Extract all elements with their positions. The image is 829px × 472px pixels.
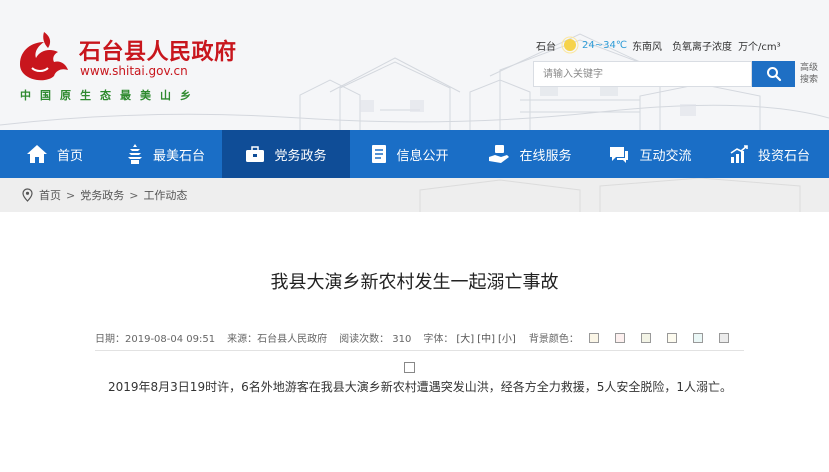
nav-label: 党务政务 <box>274 148 327 164</box>
nav-item-beauty[interactable]: 最美石台 <box>109 130 222 178</box>
service-icon <box>489 145 510 163</box>
nav-item-home[interactable]: 首页 <box>0 130 109 178</box>
nav-item-online-service[interactable]: 在线服务 <box>470 130 590 178</box>
site-slogan: 中国原生态最美山乡 <box>20 89 200 102</box>
nav-label: 最美石台 <box>152 148 205 164</box>
article-meta: 日期：2019-08-04 09:51 来源：石台县人民政府 阅读次数： 310… <box>95 330 745 345</box>
main-nav: 首页 最美石台 党务政务 信息公开 在线服务 互动交流 投资石台 <box>0 130 829 178</box>
site-title[interactable]: 石台县人民政府 <box>79 34 237 66</box>
search-bar <box>533 61 795 87</box>
ion-value: 万个/cm³ <box>738 41 781 53</box>
nav-label: 在线服务 <box>519 148 572 164</box>
bg-color-swatches <box>581 332 737 343</box>
bg-color-swatch[interactable] <box>588 332 599 343</box>
bg-color-swatch[interactable] <box>718 332 729 343</box>
nav-label: 首页 <box>56 148 83 164</box>
search-input[interactable] <box>533 61 752 87</box>
breadcrumb: 首页 > 党务政务 > 工作动态 <box>22 187 187 203</box>
article-date: 日期：2019-08-04 09:51 <box>95 334 216 345</box>
pagoda-icon <box>127 144 142 164</box>
nav-item-party-affairs[interactable]: 党务政务 <box>222 130 350 178</box>
broken-image-icon <box>404 362 415 373</box>
site-url: www.shitai.gov.cn <box>80 64 188 78</box>
article-views: 阅读次数： 310 <box>339 334 412 345</box>
nav-label: 互动交流 <box>639 148 692 164</box>
document-icon <box>372 145 387 163</box>
article-title: 我县大演乡新农村发生一起溺亡事故 <box>270 272 559 293</box>
growth-chart-icon <box>730 145 748 163</box>
nav-item-investment[interactable]: 投资石台 <box>710 130 829 178</box>
briefcase-icon <box>246 145 265 162</box>
bg-color-swatch[interactable] <box>666 332 677 343</box>
bg-color-swatch[interactable] <box>640 332 651 343</box>
weather-widget: 石台 24~34℃ 东南风 负氧离子浓度 万个/cm³ <box>536 36 781 54</box>
search-icon <box>766 67 781 82</box>
bg-color-label: 背景颜色： <box>528 334 579 345</box>
article-paragraph: 2019年8月3日19时许，6名外地游客在我县大演乡新农村遭遇突发山洪，经各方全… <box>108 380 732 394</box>
bg-color-swatch[interactable] <box>692 332 703 343</box>
meta-divider <box>95 350 744 351</box>
nav-label: 信息公开 <box>396 148 449 164</box>
breadcrumb-level2-link[interactable]: 工作动态 <box>143 187 187 203</box>
nav-item-info-disclosure[interactable]: 信息公开 <box>350 130 470 178</box>
search-button[interactable] <box>752 61 795 87</box>
article-content: 我县大演乡新农村发生一起溺亡事故 日期：2019-08-04 09:51 来源：… <box>0 212 829 472</box>
weather-temperature: 24~34℃ <box>582 39 628 51</box>
sun-icon <box>561 36 579 54</box>
font-medium-button[interactable]: [中] <box>477 330 495 345</box>
breadcrumb-separator: > <box>129 188 139 202</box>
weather-city: 石台 <box>536 41 556 53</box>
breadcrumb-level1-link[interactable]: 党务政务 <box>80 187 124 203</box>
article-source: 来源：石台县人民政府 <box>227 334 328 345</box>
font-size-label: 字体： <box>423 334 454 345</box>
site-header: 石台县人民政府 www.shitai.gov.cn 中国原生态最美山乡 石台 2… <box>0 0 829 130</box>
advanced-search-link[interactable]: 高级搜索 <box>800 62 822 86</box>
nav-label: 投资石台 <box>757 148 810 164</box>
logo-icon[interactable] <box>14 30 76 82</box>
chat-icon <box>610 146 629 163</box>
breadcrumb-band: 首页 > 党务政务 > 工作动态 <box>0 178 829 212</box>
breadcrumb-separator: > <box>66 188 76 202</box>
font-large-button[interactable]: [大] <box>456 330 474 345</box>
home-icon <box>26 145 47 163</box>
nav-item-interaction[interactable]: 互动交流 <box>590 130 710 178</box>
bg-color-swatch[interactable] <box>614 332 625 343</box>
weather-wind: 东南风 <box>632 41 663 53</box>
font-small-button[interactable]: [小] <box>498 330 516 345</box>
breadcrumb-home-link[interactable]: 首页 <box>39 187 61 203</box>
location-pin-icon <box>22 188 33 202</box>
ion-label: 负氧离子浓度 <box>672 41 733 53</box>
